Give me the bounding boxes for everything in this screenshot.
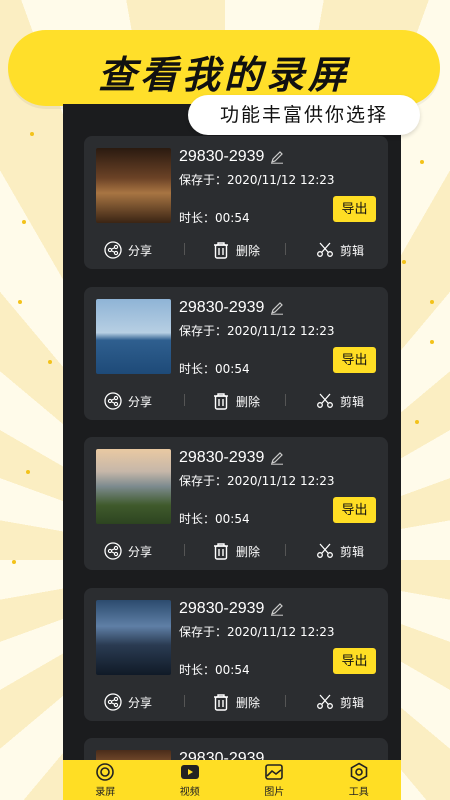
saved-date: 保存于：2020/11/12 12:23 (179, 474, 335, 488)
edit-name-icon[interactable] (270, 451, 284, 465)
share-label: 分享 (128, 544, 153, 559)
duration: 时长：00:54 (179, 663, 250, 677)
export-button[interactable]: 导出 (333, 347, 376, 373)
export-button[interactable]: 导出 (333, 648, 376, 674)
edit-label: 剪辑 (340, 394, 365, 409)
recording-card[interactable]: 29830-2939 保存于：2020/11/12 12:23 时长：00:54… (84, 437, 388, 570)
video-icon (180, 765, 199, 779)
share-icon (104, 392, 122, 410)
saved-date: 保存于：2020/11/12 12:23 (179, 173, 335, 187)
recording-title: 29830-2939 (179, 449, 265, 466)
duration: 时长：00:54 (179, 362, 250, 376)
tab-video[interactable]: 视频 (148, 760, 233, 800)
tab-label: 视频 (179, 787, 200, 798)
edit-clip-button[interactable]: 剪辑 (316, 692, 364, 712)
scissors-icon (317, 393, 333, 408)
edit-name-icon[interactable] (270, 150, 284, 164)
banner-subtitle: 功能丰富供你选择 (188, 95, 420, 135)
recording-title: 29830-2939 (179, 600, 265, 617)
image-icon (265, 764, 284, 780)
delete-button[interactable]: 删除 (212, 692, 260, 712)
recording-title: 29830-2939 (179, 299, 265, 316)
recording-thumbnail[interactable] (96, 148, 171, 223)
trash-icon (214, 543, 228, 560)
divider (184, 394, 185, 406)
recording-title: 29830-2939 (179, 148, 265, 165)
bottom-tab-bar: 录屏 视频 图片 工具 (63, 760, 401, 800)
delete-button[interactable]: 删除 (212, 240, 260, 260)
edit-label: 剪辑 (340, 243, 365, 258)
trash-icon (214, 694, 228, 711)
divider (285, 394, 286, 406)
share-label: 分享 (128, 695, 153, 710)
tab-label: 录屏 (95, 787, 116, 798)
divider (285, 243, 286, 255)
edit-label: 剪辑 (340, 544, 365, 559)
tab-image[interactable]: 图片 (232, 760, 317, 800)
divider (184, 243, 185, 255)
duration: 时长：00:54 (179, 211, 250, 225)
duration: 时长：00:54 (179, 512, 250, 526)
delete-label: 删除 (236, 695, 261, 710)
export-button[interactable]: 导出 (333, 196, 376, 222)
delete-button[interactable]: 删除 (212, 391, 260, 411)
edit-name-icon[interactable] (270, 602, 284, 616)
recording-card[interactable]: 29830-2939 保存于：2020/11/12 12:23 时长：00:54… (84, 588, 388, 721)
recording-thumbnail[interactable] (96, 449, 171, 524)
delete-button[interactable]: 删除 (212, 541, 260, 561)
divider (285, 695, 286, 707)
tab-label: 工具 (348, 787, 369, 798)
saved-date: 保存于：2020/11/12 12:23 (179, 324, 335, 338)
export-button[interactable]: 导出 (333, 497, 376, 523)
delete-label: 删除 (236, 544, 261, 559)
recording-thumbnail[interactable] (96, 299, 171, 374)
scissors-icon (317, 242, 333, 257)
banner-title: 查看我的录屏 (97, 53, 350, 97)
trash-icon (214, 242, 228, 259)
edit-name-icon[interactable] (270, 301, 284, 315)
saved-date: 保存于：2020/11/12 12:23 (179, 625, 335, 639)
share-button[interactable]: 分享 (104, 391, 152, 411)
edit-label: 剪辑 (340, 695, 365, 710)
share-icon (104, 542, 122, 560)
trash-icon (214, 393, 228, 410)
share-button[interactable]: 分享 (104, 541, 152, 561)
tab-tools[interactable]: 工具 (317, 760, 402, 800)
recording-card[interactable]: 29830-2939 保存于：2020/11/12 12:23 时长：00:54… (84, 136, 388, 269)
tab-label: 图片 (264, 787, 285, 798)
edit-clip-button[interactable]: 剪辑 (316, 391, 364, 411)
tab-record[interactable]: 录屏 (63, 760, 148, 800)
scissors-icon (317, 543, 333, 558)
delete-label: 删除 (236, 243, 261, 258)
share-label: 分享 (128, 243, 153, 258)
recording-card[interactable]: 29830-2939 保存于：2020/11/12 12:23 时长：00:54… (84, 287, 388, 420)
divider (184, 695, 185, 707)
tools-icon (350, 762, 368, 782)
scissors-icon (317, 694, 333, 709)
share-label: 分享 (128, 394, 153, 409)
record-icon (96, 763, 115, 781)
edit-clip-button[interactable]: 剪辑 (316, 240, 364, 260)
divider (285, 544, 286, 556)
delete-label: 删除 (236, 394, 261, 409)
edit-clip-button[interactable]: 剪辑 (316, 541, 364, 561)
share-icon (104, 693, 122, 711)
divider (184, 544, 185, 556)
share-button[interactable]: 分享 (104, 692, 152, 712)
share-button[interactable]: 分享 (104, 240, 152, 260)
share-icon (104, 241, 122, 259)
recording-thumbnail[interactable] (96, 600, 171, 675)
